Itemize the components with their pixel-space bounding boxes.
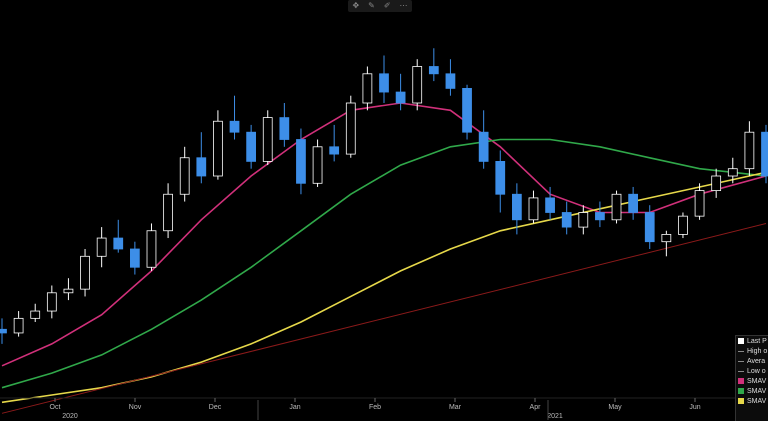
candle	[163, 183, 173, 239]
candle	[196, 132, 207, 184]
candle	[761, 124, 768, 184]
candle	[113, 219, 124, 253]
legend-item[interactable]: SMAV	[736, 376, 768, 386]
x-tick-label: Feb	[369, 404, 381, 411]
legend-item[interactable]: Low o	[736, 366, 768, 376]
legend-swatch	[738, 370, 744, 372]
candle	[561, 201, 572, 235]
candlesticks	[0, 48, 768, 344]
candle	[595, 201, 605, 228]
candle	[312, 139, 323, 187]
candle	[578, 205, 589, 235]
candle	[229, 95, 240, 140]
candle	[611, 190, 622, 224]
series-line-3	[1, 223, 767, 414]
legend-label: Avera	[747, 357, 766, 365]
moving-averages	[1, 102, 767, 414]
legend-swatch	[738, 338, 744, 344]
candle	[96, 227, 107, 268]
legend: Last P High o Avera Low o SMAV SMAV SMAV	[735, 335, 768, 421]
candle	[528, 190, 539, 224]
candle	[213, 110, 223, 180]
x-tick-label: May	[608, 404, 622, 411]
candle	[395, 73, 406, 111]
legend-item[interactable]: High o	[736, 346, 768, 356]
legend-label: SMAV	[747, 377, 767, 385]
candle	[329, 124, 340, 162]
candle	[146, 223, 157, 271]
candle	[711, 168, 722, 198]
legend-swatch	[738, 398, 744, 404]
legend-label: SMAV	[747, 387, 767, 395]
price-chart: Oct Nov Dec Jan Feb Mar Apr May Jun 2020 2021	[0, 48, 768, 420]
candle	[362, 66, 373, 111]
series-line-2	[1, 171, 767, 404]
x-tick-label: Jan	[289, 404, 300, 411]
candle	[279, 103, 290, 147]
candle	[246, 124, 257, 169]
candle	[63, 278, 74, 301]
x-tick-label: Nov	[129, 404, 142, 411]
x-tick-label: Dec	[209, 404, 222, 411]
x-tick-label: Jun	[689, 404, 700, 411]
year-label: 2021	[547, 413, 563, 420]
candle	[179, 146, 190, 202]
candle	[661, 230, 672, 257]
legend-swatch	[738, 350, 744, 352]
legend-item[interactable]: Avera	[736, 356, 768, 366]
candle	[80, 249, 90, 297]
candle	[744, 121, 755, 176]
legend-swatch	[738, 388, 744, 394]
candle	[0, 318, 7, 344]
candle	[30, 303, 41, 322]
legend-label: Low o	[747, 367, 766, 375]
legend-swatch	[738, 360, 744, 362]
legend-label: Last P	[747, 337, 767, 345]
legend-label: High o	[747, 347, 768, 355]
candle	[262, 110, 273, 166]
candle	[13, 311, 24, 337]
candle	[628, 186, 639, 220]
candle	[478, 110, 489, 169]
x-tick-label: Oct	[50, 404, 61, 411]
candle	[129, 241, 140, 275]
candle	[46, 285, 57, 319]
legend-swatch	[738, 378, 744, 384]
legend-item[interactable]: SMAV	[736, 386, 768, 396]
candle	[345, 95, 356, 158]
candle	[678, 212, 688, 239]
candle	[412, 59, 423, 111]
x-tick-label: Apr	[530, 404, 542, 411]
candle	[379, 55, 389, 103]
candle	[495, 150, 506, 213]
candle	[428, 48, 439, 82]
x-tick-label: Mar	[449, 404, 462, 411]
legend-item[interactable]: Last P	[736, 336, 768, 346]
legend-item[interactable]: SMAV	[736, 396, 768, 406]
series-line-1	[1, 138, 767, 389]
candle	[694, 183, 705, 220]
candle	[462, 84, 472, 140]
candle	[445, 59, 456, 96]
legend-label: SMAV	[747, 397, 767, 405]
year-label: 2020	[62, 413, 78, 420]
x-axis: Oct Nov Dec Jan Feb Mar Apr May Jun 2020 2021	[0, 397, 768, 420]
